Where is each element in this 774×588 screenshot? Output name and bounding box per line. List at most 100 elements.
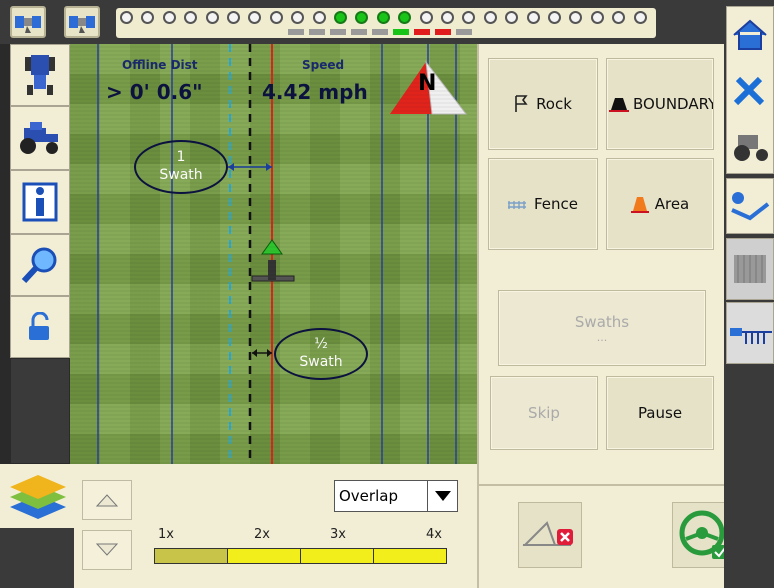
fence-button[interactable]: Fence	[488, 158, 598, 250]
speed-label: Speed	[302, 58, 345, 72]
rock-label: Rock	[536, 95, 572, 113]
north-compass-icon[interactable]: N	[388, 58, 468, 116]
satellite-icon	[15, 16, 41, 33]
skip-label: Skip	[528, 404, 560, 422]
status-led	[334, 11, 347, 24]
area-label: Area	[654, 195, 690, 213]
section-indicator	[351, 29, 367, 35]
zoom-button[interactable]	[10, 234, 70, 296]
tools-icon[interactable]	[730, 73, 770, 109]
scale-segment[interactable]	[300, 548, 374, 564]
steering-wheel-icon	[679, 510, 728, 559]
scale-segment[interactable]	[227, 548, 301, 564]
speed-value: 4.42 mph	[262, 80, 368, 104]
status-led	[441, 11, 454, 24]
pause-button[interactable]: Pause	[606, 376, 714, 450]
chevron-down-icon	[96, 543, 118, 556]
boundary-button[interactable]: BOUNDARY	[606, 58, 714, 150]
guidance-ab-icon	[731, 192, 770, 221]
fence-label: Fence	[533, 195, 579, 213]
area-cone-icon	[630, 197, 649, 213]
home-icon[interactable]	[730, 17, 770, 53]
sprayer-button[interactable]	[726, 238, 774, 300]
swath-fraction: ½	[314, 336, 328, 352]
dropdown-arrow-icon	[427, 481, 457, 511]
vehicle-view-button[interactable]	[10, 44, 70, 106]
guidance-map[interactable]: Offline Dist > 0' 0.6" Speed 4.42 mph N …	[70, 44, 477, 464]
swaths-label: Swaths	[574, 312, 630, 331]
rock-button[interactable]: Rock	[488, 58, 598, 150]
status-led	[376, 11, 390, 24]
overlap-select[interactable]: Overlap	[334, 480, 458, 512]
empty-slot	[10, 358, 70, 464]
chevron-up-icon	[96, 494, 118, 507]
gps-status-button[interactable]	[10, 6, 46, 38]
section-indicator	[330, 29, 346, 35]
boom-delete-icon	[522, 521, 573, 546]
rtk-status-button[interactable]	[64, 6, 100, 38]
swaths-value: ...	[596, 330, 608, 344]
section-indicator	[309, 29, 325, 35]
info-button[interactable]	[10, 170, 70, 234]
overlap-select-value: Overlap	[339, 487, 398, 505]
status-led	[205, 11, 219, 24]
empty-slot	[0, 528, 74, 588]
status-led	[483, 11, 497, 24]
area-button[interactable]: Area	[606, 158, 714, 250]
satellite-icon	[69, 16, 95, 33]
cone-icon	[609, 98, 629, 112]
implement-icon	[730, 328, 772, 344]
flag-icon	[515, 95, 528, 112]
info-icon	[22, 182, 58, 222]
status-led	[612, 11, 626, 24]
scale-label-3x: 3x	[330, 527, 346, 542]
scale-label-4x: 4x	[426, 527, 442, 542]
status-led	[269, 11, 283, 24]
section-indicator	[288, 29, 304, 35]
tank-icon	[734, 255, 766, 283]
section-lightbar	[116, 8, 656, 38]
section-indicator	[456, 29, 472, 35]
tractor-top-icon	[25, 55, 55, 95]
section-indicator	[435, 29, 451, 35]
tractor-icon	[20, 122, 58, 154]
status-led	[248, 11, 262, 24]
swaths-button[interactable]: Swaths ...	[498, 290, 706, 366]
skip-button[interactable]: Skip	[490, 376, 598, 450]
zoom-down-button[interactable]	[82, 530, 132, 570]
swath-fraction: 1	[176, 149, 186, 165]
tractor-icon[interactable]	[730, 129, 770, 163]
status-led	[633, 11, 647, 24]
layers-button[interactable]	[0, 464, 74, 528]
swath-label: Swath	[299, 354, 343, 370]
status-led	[141, 11, 155, 24]
guidance-mode-button[interactable]	[726, 178, 774, 234]
status-led	[569, 11, 583, 24]
delete-boom-button[interactable]	[518, 502, 582, 568]
section-indicator	[414, 29, 430, 35]
status-led	[120, 11, 133, 24]
status-led	[419, 11, 433, 24]
layers-icon	[10, 475, 66, 519]
lock-button[interactable]	[10, 296, 70, 358]
search-icon	[21, 247, 57, 284]
scale-label-1x: 1x	[158, 527, 174, 542]
status-led	[162, 11, 176, 24]
section-indicator	[393, 29, 409, 35]
offline-dist-label: Offline Dist	[122, 58, 198, 72]
status-led	[291, 11, 305, 24]
status-led	[548, 11, 561, 24]
status-led	[590, 11, 604, 24]
status-led	[398, 11, 412, 24]
scale-label-2x: 2x	[254, 527, 270, 542]
boundary-label: BOUNDARY	[633, 95, 714, 113]
status-led	[184, 11, 198, 24]
status-led	[505, 11, 519, 24]
vehicle-settings-button[interactable]	[10, 106, 70, 170]
scale-segment[interactable]	[373, 548, 447, 564]
offline-dist-value: > 0' 0.6"	[106, 80, 203, 104]
implement-button[interactable]	[726, 302, 774, 364]
zoom-up-button[interactable]	[82, 480, 132, 520]
scale-segment[interactable]	[154, 548, 228, 564]
status-led	[312, 11, 326, 24]
